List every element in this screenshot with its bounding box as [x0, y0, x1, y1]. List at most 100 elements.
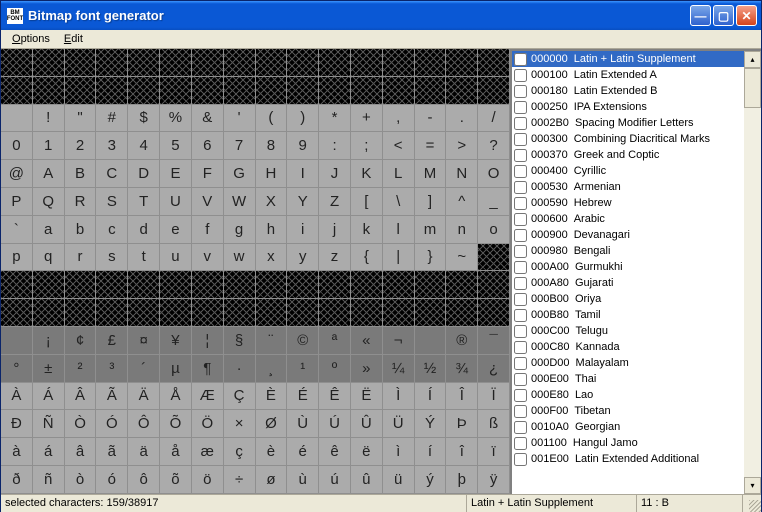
char-cell[interactable]	[478, 299, 510, 327]
range-checkbox[interactable]	[514, 437, 527, 450]
char-cell[interactable]: ·	[224, 355, 256, 383]
char-cell[interactable]: å	[160, 438, 192, 466]
char-cell[interactable]: Å	[160, 383, 192, 411]
char-cell[interactable]: v	[192, 244, 224, 272]
range-row[interactable]: 000300Combining Diacritical Marks	[512, 131, 761, 147]
char-cell[interactable]: k	[351, 216, 383, 244]
range-row[interactable]: 000D00Malayalam	[512, 355, 761, 371]
char-cell[interactable]: õ	[160, 466, 192, 494]
range-checkbox[interactable]	[514, 117, 527, 130]
char-cell[interactable]: z	[319, 244, 351, 272]
range-row[interactable]: 000F00Tibetan	[512, 403, 761, 419]
char-cell[interactable]	[446, 77, 478, 105]
char-cell[interactable]: ;	[351, 132, 383, 160]
char-cell[interactable]: §	[224, 327, 256, 355]
char-cell[interactable]: 0	[1, 132, 33, 160]
char-cell[interactable]: Ø	[256, 410, 288, 438]
char-cell[interactable]: Ö	[192, 410, 224, 438]
char-cell[interactable]: ý	[415, 466, 447, 494]
char-cell[interactable]: ×	[224, 410, 256, 438]
char-cell[interactable]: ´	[128, 355, 160, 383]
range-checkbox[interactable]	[514, 309, 527, 322]
char-cell[interactable]: M	[415, 160, 447, 188]
range-checkbox[interactable]	[514, 293, 527, 306]
char-cell[interactable]	[256, 49, 288, 77]
char-cell[interactable]: &	[192, 105, 224, 133]
char-cell[interactable]: Á	[33, 383, 65, 411]
char-cell[interactable]	[287, 299, 319, 327]
char-cell[interactable]: '	[224, 105, 256, 133]
char-cell[interactable]: y	[287, 244, 319, 272]
char-cell[interactable]: á	[33, 438, 65, 466]
char-cell[interactable]	[128, 77, 160, 105]
char-cell[interactable]: Z	[319, 188, 351, 216]
char-cell[interactable]: h	[256, 216, 288, 244]
char-cell[interactable]: T	[128, 188, 160, 216]
char-cell[interactable]: ú	[319, 466, 351, 494]
char-cell[interactable]: ¥	[160, 327, 192, 355]
range-row[interactable]: 000000Latin + Latin Supplement	[512, 51, 761, 67]
char-cell[interactable]: Þ	[446, 410, 478, 438]
char-cell[interactable]: Ä	[128, 383, 160, 411]
char-cell[interactable]: ã	[96, 438, 128, 466]
char-cell[interactable]: \	[383, 188, 415, 216]
range-row[interactable]: 000A80Gujarati	[512, 275, 761, 291]
char-cell[interactable]: Ú	[319, 410, 351, 438]
char-cell[interactable]: Ô	[128, 410, 160, 438]
range-checkbox[interactable]	[514, 325, 527, 338]
char-cell[interactable]	[160, 77, 192, 105]
char-cell[interactable]	[256, 77, 288, 105]
char-cell[interactable]: ð	[1, 466, 33, 494]
char-cell[interactable]: Æ	[192, 383, 224, 411]
char-cell[interactable]	[383, 77, 415, 105]
char-cell[interactable]	[351, 271, 383, 299]
char-cell[interactable]	[319, 299, 351, 327]
char-cell[interactable]	[287, 271, 319, 299]
char-cell[interactable]: à	[1, 438, 33, 466]
char-cell[interactable]: s	[96, 244, 128, 272]
char-cell[interactable]: Ê	[319, 383, 351, 411]
menu-options[interactable]: Options	[5, 31, 57, 47]
char-cell[interactable]: /	[478, 105, 510, 133]
char-cell[interactable]: þ	[446, 466, 478, 494]
char-cell[interactable]: _	[478, 188, 510, 216]
char-cell[interactable]: G	[224, 160, 256, 188]
char-cell[interactable]: }	[415, 244, 447, 272]
range-row[interactable]: 000C80Kannada	[512, 339, 761, 355]
char-cell[interactable]: ²	[65, 355, 97, 383]
range-row[interactable]: 000400Cyrillic	[512, 163, 761, 179]
char-cell[interactable]: Ü	[383, 410, 415, 438]
char-cell[interactable]: é	[287, 438, 319, 466]
char-cell[interactable]	[478, 244, 510, 272]
char-cell[interactable]	[224, 299, 256, 327]
char-cell[interactable]	[224, 49, 256, 77]
char-cell[interactable]: ö	[192, 466, 224, 494]
range-checkbox[interactable]	[514, 101, 527, 114]
char-cell[interactable]: 7	[224, 132, 256, 160]
char-cell[interactable]: É	[287, 383, 319, 411]
char-cell[interactable]	[65, 49, 97, 77]
char-cell[interactable]: N	[446, 160, 478, 188]
char-cell[interactable]: i	[287, 216, 319, 244]
char-cell[interactable]	[415, 299, 447, 327]
char-cell[interactable]: 5	[160, 132, 192, 160]
char-cell[interactable]: Ó	[96, 410, 128, 438]
char-cell[interactable]: |	[383, 244, 415, 272]
char-cell[interactable]: f	[192, 216, 224, 244]
char-cell[interactable]: ­	[415, 327, 447, 355]
minimize-button[interactable]: —	[690, 5, 711, 26]
char-cell[interactable]: =	[415, 132, 447, 160]
char-cell[interactable]	[383, 49, 415, 77]
range-row[interactable]: 000B80Tamil	[512, 307, 761, 323]
char-cell[interactable]: c	[96, 216, 128, 244]
char-cell[interactable]: D	[128, 160, 160, 188]
char-cell[interactable]: ¾	[446, 355, 478, 383]
char-cell[interactable]: $	[128, 105, 160, 133]
char-cell[interactable]: ®	[446, 327, 478, 355]
char-cell[interactable]: Ë	[351, 383, 383, 411]
char-cell[interactable]: >	[446, 132, 478, 160]
char-cell[interactable]: ¼	[383, 355, 415, 383]
range-row[interactable]: 000370Greek and Coptic	[512, 147, 761, 163]
char-cell[interactable]: º	[319, 355, 351, 383]
char-cell[interactable]: +	[351, 105, 383, 133]
